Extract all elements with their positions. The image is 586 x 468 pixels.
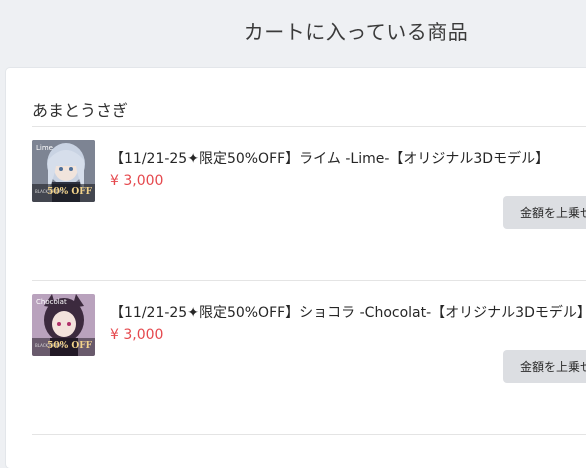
divider (32, 280, 586, 281)
cart-item: Chocolat BLACK FRIDAY 50% OFF 【11/21-25✦… (32, 294, 586, 414)
thumb-sale-label: 50% OFF (47, 341, 92, 351)
thumb-sale-label: 50% OFF (47, 187, 92, 197)
item-thumbnail[interactable]: Chocolat BLACK FRIDAY 50% OFF (32, 294, 95, 356)
shop-name[interactable]: あまとうさぎ (32, 97, 128, 121)
add-amount-button[interactable]: 金額を上乗せ (503, 196, 586, 229)
thumb-name-label: Chocolat (36, 298, 67, 306)
divider (32, 126, 586, 127)
cart-card: あまとうさぎ Lime BLACK FRIDAY 50% OFF 【11/21-… (6, 68, 586, 468)
page-title: カートに入っている商品 (243, 20, 469, 44)
item-title-link[interactable]: 【11/21-25✦限定50%OFF】ショコラ -Chocolat-【オリジナル… (110, 302, 586, 322)
divider (32, 434, 586, 435)
item-thumbnail[interactable]: Lime BLACK FRIDAY 50% OFF (32, 140, 95, 202)
item-price: ¥ 3,000 (110, 327, 164, 343)
add-amount-button[interactable]: 金額を上乗せ (503, 350, 586, 383)
thumb-name-label: Lime (36, 144, 53, 152)
item-title-link[interactable]: 【11/21-25✦限定50%OFF】ライム -Lime-【オリジナル3Dモデル… (110, 148, 549, 168)
item-price: ¥ 3,000 (110, 173, 164, 189)
cart-item: Lime BLACK FRIDAY 50% OFF 【11/21-25✦限定50… (32, 140, 586, 260)
